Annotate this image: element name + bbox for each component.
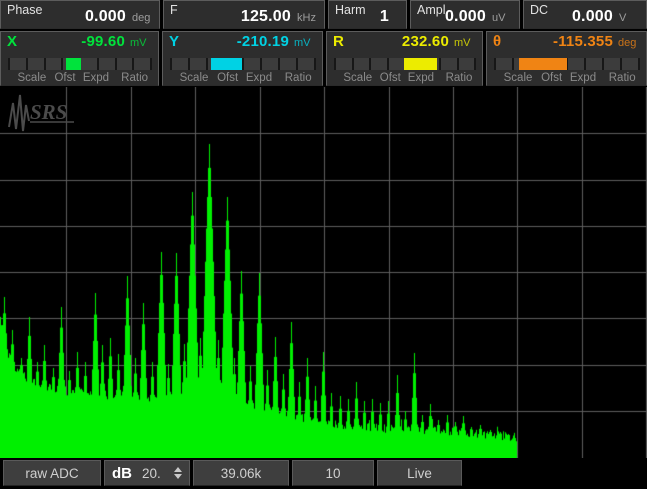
frequency-label: F (170, 3, 178, 17)
db-per-div-value: 20. (142, 466, 161, 481)
channel-panel-x[interactable]: X -99.60 mV Scale Ofst Expd Ratio (0, 31, 159, 86)
source-button-label: raw ADC (25, 466, 78, 481)
channel-scale-bar[interactable] (9, 58, 151, 70)
phase-unit: deg (132, 12, 154, 24)
ratio-label[interactable]: Ratio (121, 72, 148, 84)
average-button-label: 10 (325, 466, 340, 481)
harmonic-label: Harm (335, 3, 366, 17)
ofst-label[interactable]: Ofst (217, 72, 238, 84)
amplitude-panel[interactable]: Ampl 0.000 uV (410, 0, 520, 29)
harmonic-panel[interactable]: Harm 1 (328, 0, 407, 29)
ofst-label[interactable]: Ofst (54, 72, 75, 84)
channel-bar-indicator (519, 58, 567, 70)
phase-panel[interactable]: Phase 0.000 deg (0, 0, 160, 29)
channel-bar-indicator (211, 58, 241, 70)
channel-unit: mV (294, 37, 316, 49)
channel-letter: Y (169, 33, 179, 50)
channel-functions: Scale Ofst Expd Ratio (335, 72, 475, 86)
channel-value: -99.60 (81, 33, 125, 50)
spectrum-graph: SRS (0, 87, 647, 458)
ofst-label[interactable]: Ofst (541, 72, 562, 84)
channel-unit: deg (618, 37, 640, 49)
ratio-label[interactable]: Ratio (446, 72, 473, 84)
span-button[interactable]: 39.06k (193, 460, 289, 486)
average-button[interactable]: 10 (292, 460, 374, 486)
channel-letter: θ (493, 33, 501, 50)
srs-logo-text: SRS (30, 100, 67, 124)
srs-logo: SRS (4, 91, 84, 135)
channel-panel-r[interactable]: R 232.60 mV Scale Ofst Expd Ratio (326, 31, 483, 86)
dc-value: 0.000 (572, 8, 613, 26)
source-button[interactable]: raw ADC (3, 460, 101, 486)
channel-functions: Scale Ofst Expd Ratio (9, 72, 151, 86)
channel-scale-bar[interactable] (171, 58, 315, 70)
phase-value: 0.000 (85, 8, 126, 26)
channel-unit: mV (454, 37, 476, 49)
scale-label[interactable]: Scale (18, 72, 47, 84)
channel-row: X -99.60 mV Scale Ofst Expd Ratio Y -210… (0, 31, 647, 86)
scale-label[interactable]: Scale (504, 72, 533, 84)
expd-label[interactable]: Expd (408, 72, 434, 84)
bottom-bar: raw ADC dB 20. 39.06k 10 Live (0, 458, 647, 489)
db-scale-spinner[interactable]: dB 20. (104, 460, 190, 486)
amplitude-label: Ampl (417, 3, 445, 17)
ratio-label[interactable]: Ratio (285, 72, 312, 84)
scale-label[interactable]: Scale (180, 72, 209, 84)
channel-panel-y[interactable]: Y -210.19 mV Scale Ofst Expd Ratio (162, 31, 323, 86)
channel-letter: X (7, 33, 17, 50)
dc-unit: V (619, 12, 641, 24)
amplitude-value: 0.000 (445, 8, 486, 26)
spectrum-canvas (0, 87, 647, 458)
expd-label[interactable]: Expd (83, 72, 109, 84)
phase-label: Phase (7, 3, 42, 17)
expd-label[interactable]: Expd (570, 72, 596, 84)
live-button[interactable]: Live (377, 460, 462, 486)
amplitude-unit: uV (492, 12, 514, 24)
channel-value: 232.60 (402, 33, 449, 50)
channel-panel-theta[interactable]: θ -115.355 deg Scale Ofst Expd Ratio (486, 31, 647, 86)
dc-label: DC (530, 3, 548, 17)
readout-row: Phase 0.000 deg F 125.00 kHz Harm 1 Ampl 0… (0, 0, 647, 29)
channel-functions: Scale Ofst Expd Ratio (171, 72, 315, 86)
channel-bar-indicator (66, 58, 81, 70)
channel-value: -115.355 (553, 33, 613, 50)
channel-value: -210.19 (237, 33, 289, 50)
harmonic-value: 1 (380, 8, 389, 26)
frequency-value: 125.00 (241, 8, 291, 26)
scale-label[interactable]: Scale (343, 72, 372, 84)
expd-label[interactable]: Expd (246, 72, 272, 84)
channel-scale-bar[interactable] (335, 58, 475, 70)
channel-letter: R (333, 33, 344, 50)
frequency-unit: kHz (297, 12, 319, 24)
db-unit-label: dB (112, 465, 132, 482)
ofst-label[interactable]: Ofst (380, 72, 401, 84)
channel-unit: mV (130, 37, 152, 49)
dc-panel[interactable]: DC 0.000 V (523, 0, 647, 29)
ratio-label[interactable]: Ratio (609, 72, 636, 84)
live-button-label: Live (407, 466, 432, 481)
frequency-panel[interactable]: F 125.00 kHz (163, 0, 325, 29)
channel-functions: Scale Ofst Expd Ratio (495, 72, 639, 86)
channel-scale-bar[interactable] (495, 58, 639, 70)
span-button-label: 39.06k (221, 466, 262, 481)
channel-bar-indicator (404, 58, 438, 70)
lockin-display-screen: Phase 0.000 deg F 125.00 kHz Harm 1 Ampl 0… (0, 0, 647, 489)
up-down-spinner-icon[interactable] (174, 467, 182, 479)
